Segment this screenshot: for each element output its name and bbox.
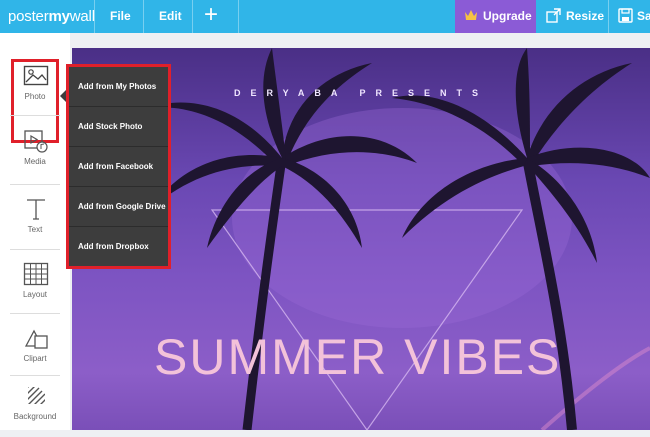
sidebar-item-label: Background — [13, 412, 57, 421]
grid-layout-icon — [23, 262, 49, 286]
toolbar-divider — [143, 0, 144, 33]
crown-icon — [465, 10, 477, 20]
shapes-icon — [24, 329, 48, 349]
logo-text-wall: wall — [69, 8, 95, 25]
pattern-icon — [28, 387, 45, 404]
add-button[interactable]: + — [204, 3, 218, 27]
save-icon[interactable] — [618, 8, 633, 23]
menu-item-add-from-google-drive[interactable]: Add from Google Drive — [69, 187, 168, 227]
menu-item-label: Add from Google Drive — [78, 202, 166, 211]
resize-icon[interactable] — [546, 8, 561, 23]
sidebar-item-text[interactable]: Text — [0, 188, 70, 250]
sidebar-divider — [10, 115, 60, 116]
sidebar-divider — [10, 184, 60, 185]
logo-text-poster: poster — [8, 8, 49, 25]
toolbar-divider — [608, 0, 609, 33]
menu-item-add-from-facebook[interactable]: Add from Facebook — [69, 147, 168, 187]
sidebar-item-clipart[interactable]: Clipart — [0, 317, 70, 379]
logo-text-my: my — [48, 8, 70, 25]
sidebar-divider — [10, 313, 60, 314]
sidebar-item-label: Clipart — [23, 354, 47, 363]
toolbar-divider — [192, 0, 193, 33]
menu-item-label: Add from Facebook — [78, 162, 154, 171]
menu-item-add-from-dropbox[interactable]: Add from Dropbox — [69, 227, 168, 267]
menu-item-add-stock-photo[interactable]: Add Stock Photo — [69, 107, 168, 147]
menu-item-label: Add Stock Photo — [78, 122, 143, 131]
sidebar-item-media[interactable]: Media — [0, 120, 70, 182]
menu-item-add-from-my-photos[interactable]: Add from My Photos — [69, 67, 168, 107]
text-icon — [27, 199, 45, 220]
media-icon — [24, 130, 48, 153]
upgrade-label: Upgrade — [483, 9, 532, 23]
top-toolbar: postermywall File Edit + Upgrade Resize … — [0, 0, 650, 33]
menu-item-label: Add from Dropbox — [78, 242, 149, 251]
sidebar-item-background[interactable]: Background — [0, 375, 70, 437]
save-button[interactable]: Sa — [637, 9, 650, 23]
photo-dropdown-menu: Add from My Photos Add Stock Photo Add f… — [66, 64, 171, 269]
sidebar-item-label: Media — [24, 157, 46, 166]
sidebar-divider — [10, 249, 60, 250]
edit-menu[interactable]: Edit — [159, 9, 182, 23]
poster-headline: SUMMER VIBES — [154, 329, 562, 385]
sidebar-item-label: Layout — [22, 290, 48, 299]
postermywall-logo[interactable]: postermywall — [8, 8, 95, 25]
sidebar-item-label: Text — [27, 225, 43, 234]
toolbar-divider — [238, 0, 239, 33]
resize-button[interactable]: Resize — [566, 9, 604, 23]
sidebar-item-layout[interactable]: Layout — [0, 253, 70, 315]
file-menu[interactable]: File — [110, 9, 131, 23]
toolbar-divider — [94, 0, 95, 33]
menu-item-label: Add from My Photos — [78, 82, 157, 91]
upgrade-button[interactable]: Upgrade — [455, 0, 536, 33]
